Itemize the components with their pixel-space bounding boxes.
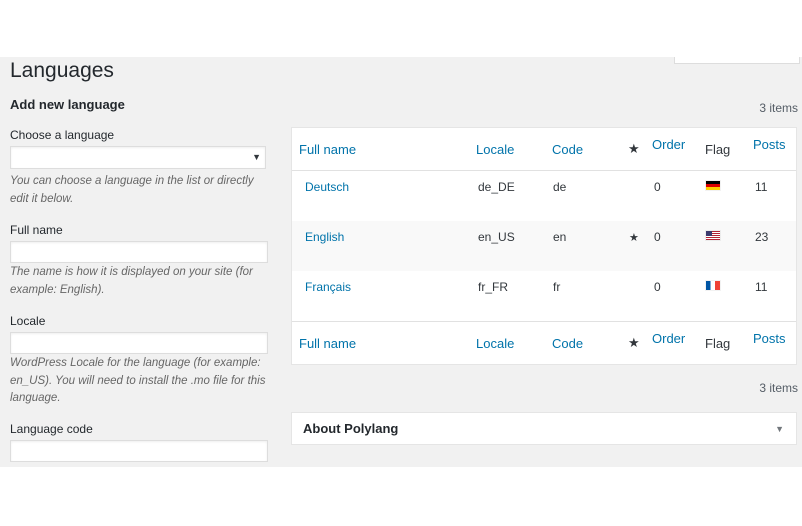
table-footer: Full name Locale Code ★ Order Flag Posts [292, 321, 796, 364]
language-posts-count[interactable]: 23 [755, 230, 768, 244]
choose-language-select[interactable]: ▼ [10, 146, 266, 169]
column-flag: Flag [705, 142, 731, 157]
column-posts[interactable]: Posts [753, 137, 786, 152]
default-language-star-icon: ★ [628, 141, 640, 156]
table-header: Full name Locale Code ★ Order Flag Posts [292, 128, 796, 171]
footer-column-flag: Flag [705, 336, 731, 351]
footer-column-full-name[interactable]: Full name [299, 336, 356, 351]
dropdown-arrow-icon: ▼ [252, 152, 261, 162]
language-posts-count[interactable]: 11 [755, 180, 767, 194]
language-name-link[interactable]: Deutsch [305, 180, 349, 194]
language-locale: fr_FR [478, 280, 508, 294]
locale-input[interactable] [10, 332, 268, 354]
table-row: English en_US en ★ 0 23 [292, 221, 796, 271]
flag-de-icon [706, 181, 720, 190]
full-name-input[interactable] [10, 241, 268, 263]
flag-us-icon [706, 231, 720, 240]
page-title: Languages [10, 59, 114, 82]
language-locale: de_DE [478, 180, 515, 194]
full-name-help: The name is how it is displayed on your … [10, 266, 253, 296]
table-row: Français fr_FR fr 0 11 [292, 271, 796, 321]
locale-label: Locale [10, 314, 46, 328]
default-star-icon[interactable]: ★ [629, 231, 639, 244]
footer-column-posts[interactable]: Posts [753, 331, 786, 346]
languages-page: Languages Add new language Choose a lang… [0, 57, 802, 467]
language-code-input[interactable] [10, 440, 268, 462]
language-code-label: Language code [10, 422, 93, 436]
about-polylang-box[interactable]: About Polylang ▼ [291, 412, 797, 445]
flag-fr-icon [706, 281, 720, 290]
language-name-link[interactable]: English [305, 230, 344, 244]
column-order[interactable]: Order [652, 137, 685, 152]
language-locale: en_US [478, 230, 515, 244]
choose-language-help: You can choose a language in the list or… [10, 175, 254, 205]
choose-language-label: Choose a language [10, 128, 115, 142]
caret-down-icon[interactable]: ▼ [775, 424, 784, 434]
locale-help: WordPress Locale for the language (for e… [10, 357, 266, 404]
screen-options-tab[interactable] [674, 57, 800, 64]
language-name-link[interactable]: Français [305, 280, 351, 294]
column-locale[interactable]: Locale [476, 142, 514, 157]
items-count-bottom: 3 items [759, 381, 798, 395]
footer-star-icon: ★ [628, 335, 640, 350]
language-order: 0 [654, 280, 661, 294]
language-code: fr [553, 280, 561, 294]
column-full-name[interactable]: Full name [299, 142, 356, 157]
add-language-heading: Add new language [10, 97, 125, 112]
footer-column-code[interactable]: Code [552, 336, 583, 351]
about-polylang-title: About Polylang [303, 421, 399, 436]
language-code: de [553, 180, 567, 194]
language-order: 0 [654, 180, 661, 194]
items-count-top: 3 items [759, 101, 798, 115]
full-name-label: Full name [10, 223, 63, 237]
table-row: Deutsch de_DE de 0 11 [292, 171, 796, 221]
language-code: en [553, 230, 567, 244]
footer-column-locale[interactable]: Locale [476, 336, 514, 351]
languages-table: Full name Locale Code ★ Order Flag Posts… [291, 127, 797, 365]
language-posts-count[interactable]: 11 [755, 280, 767, 294]
language-order: 0 [654, 230, 661, 244]
footer-column-order[interactable]: Order [652, 331, 685, 346]
column-code[interactable]: Code [552, 142, 583, 157]
